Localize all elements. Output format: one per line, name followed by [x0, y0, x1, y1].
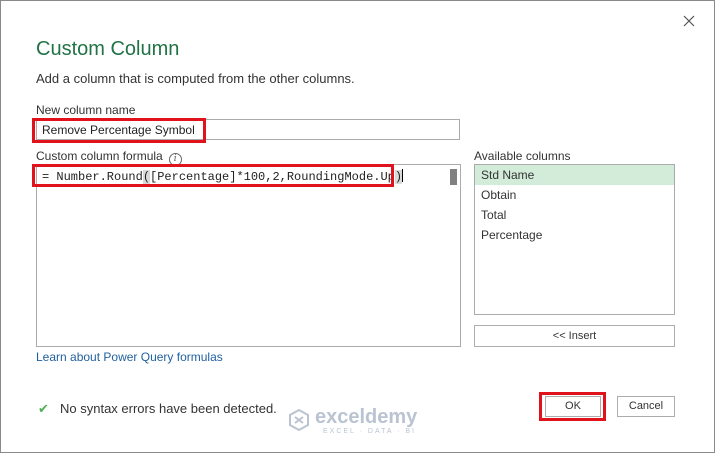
formula-text[interactable]: = Number.Round([Percentage]*100,2,Roundi… — [42, 169, 404, 184]
learn-formulas-link[interactable]: Learn about Power Query formulas — [36, 350, 223, 364]
new-column-name-label: New column name — [36, 103, 136, 117]
syntax-status: ✔ No syntax errors have been detected. — [38, 401, 277, 417]
formula-open-paren: ( — [142, 170, 151, 184]
watermark-sub-text: EXCEL · DATA · BI — [323, 428, 416, 435]
insert-button[interactable]: << Insert — [474, 325, 675, 347]
formula-scrollbar-thumb[interactable] — [450, 169, 457, 185]
cancel-button[interactable]: Cancel — [617, 396, 675, 417]
dialog-subtitle: Add a column that is computed from the o… — [36, 71, 355, 86]
formula-prefix: = Number.Round — [42, 170, 143, 184]
custom-column-dialog: Custom Column Add a column that is compu… — [0, 0, 715, 453]
dialog-title: Custom Column — [36, 38, 180, 60]
formula-label: Custom column formula — [36, 149, 163, 163]
list-item-percentage[interactable]: Percentage — [475, 225, 674, 245]
new-column-name-input[interactable] — [36, 119, 460, 140]
list-item-std-name[interactable]: Std Name — [475, 165, 674, 185]
available-columns-label: Available columns — [474, 149, 571, 163]
syntax-status-text: No syntax errors have been detected. — [60, 401, 277, 416]
watermark-main-text: exceldemy — [315, 406, 418, 428]
available-columns-list[interactable]: Std Name Obtain Total Percentage — [474, 164, 675, 315]
formula-editor[interactable]: = Number.Round([Percentage]*100,2,Roundi… — [36, 164, 461, 347]
exceldemy-watermark: exceldemy EXCEL · DATA · BI — [289, 406, 418, 435]
text-cursor — [402, 169, 404, 182]
exceldemy-logo-icon — [289, 408, 309, 432]
checkmark-icon: ✔ — [38, 401, 49, 416]
formula-body: [Percentage]*100,2,RoundingMode.Up — [150, 170, 395, 184]
formula-close-paren: ) — [394, 170, 403, 184]
list-item-obtain[interactable]: Obtain — [475, 185, 674, 205]
ok-button[interactable]: OK — [545, 396, 601, 417]
list-item-total[interactable]: Total — [475, 205, 674, 225]
close-icon[interactable] — [679, 11, 699, 31]
